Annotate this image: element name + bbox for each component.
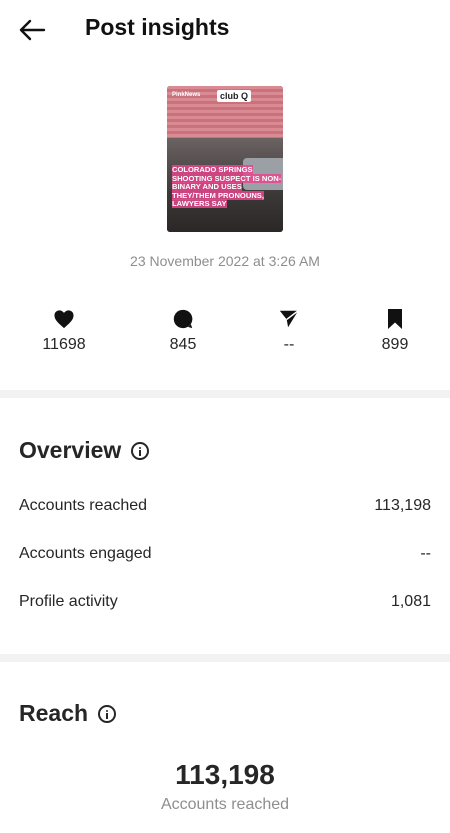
thumbnail-headline: COLORADO SPRINGS SHOOTING SUSPECT IS NON…	[172, 165, 282, 209]
overview-title: Overview	[19, 437, 122, 463]
arrow-left-icon	[19, 19, 46, 41]
row-value: 1,081	[390, 593, 431, 610]
bookmark-icon	[388, 309, 402, 329]
overview-row-profile-activity[interactable]: Profile activity 1,081	[19, 593, 431, 611]
comments-count: 845	[169, 336, 197, 353]
row-label: Accounts reached	[19, 497, 148, 514]
heart-icon	[54, 310, 74, 329]
thumbnail-brand: PinkNews	[172, 92, 201, 98]
row-label: Profile activity	[19, 593, 118, 610]
overview-row-accounts-reached[interactable]: Accounts reached 113,198	[19, 497, 431, 515]
page-title: Post insights	[85, 14, 230, 40]
post-date: 23 November 2022 at 3:26 AM	[130, 253, 320, 269]
top-bar: Post insights	[0, 0, 450, 58]
likes-stat: 11698	[19, 308, 109, 354]
reach-heading: Reach	[19, 700, 117, 727]
thumbnail-sign: club Q	[217, 90, 252, 102]
comments-stat: 845	[138, 308, 228, 354]
reach-value: 113,198	[175, 759, 275, 790]
section-divider	[0, 654, 450, 662]
back-button[interactable]	[14, 14, 50, 46]
info-icon[interactable]	[131, 441, 150, 460]
saves-count: 899	[381, 336, 409, 353]
section-divider	[0, 390, 450, 398]
reach-label: Accounts reached	[160, 796, 290, 813]
row-label: Accounts engaged	[19, 545, 152, 562]
row-value: 113,198	[374, 497, 431, 514]
row-value: --	[420, 545, 431, 562]
shares-count: --	[283, 336, 295, 353]
info-icon[interactable]	[98, 704, 117, 723]
send-icon	[279, 310, 299, 328]
reach-title: Reach	[19, 700, 89, 726]
post-thumbnail[interactable]: PinkNews club Q COLORADO SPRINGS SHOOTIN…	[167, 86, 283, 232]
overview-row-accounts-engaged[interactable]: Accounts engaged --	[19, 545, 431, 563]
comment-icon	[173, 309, 193, 329]
shares-stat: --	[244, 308, 334, 354]
overview-heading: Overview	[19, 437, 150, 464]
likes-count: 11698	[42, 336, 86, 353]
saves-stat: 899	[350, 308, 440, 354]
